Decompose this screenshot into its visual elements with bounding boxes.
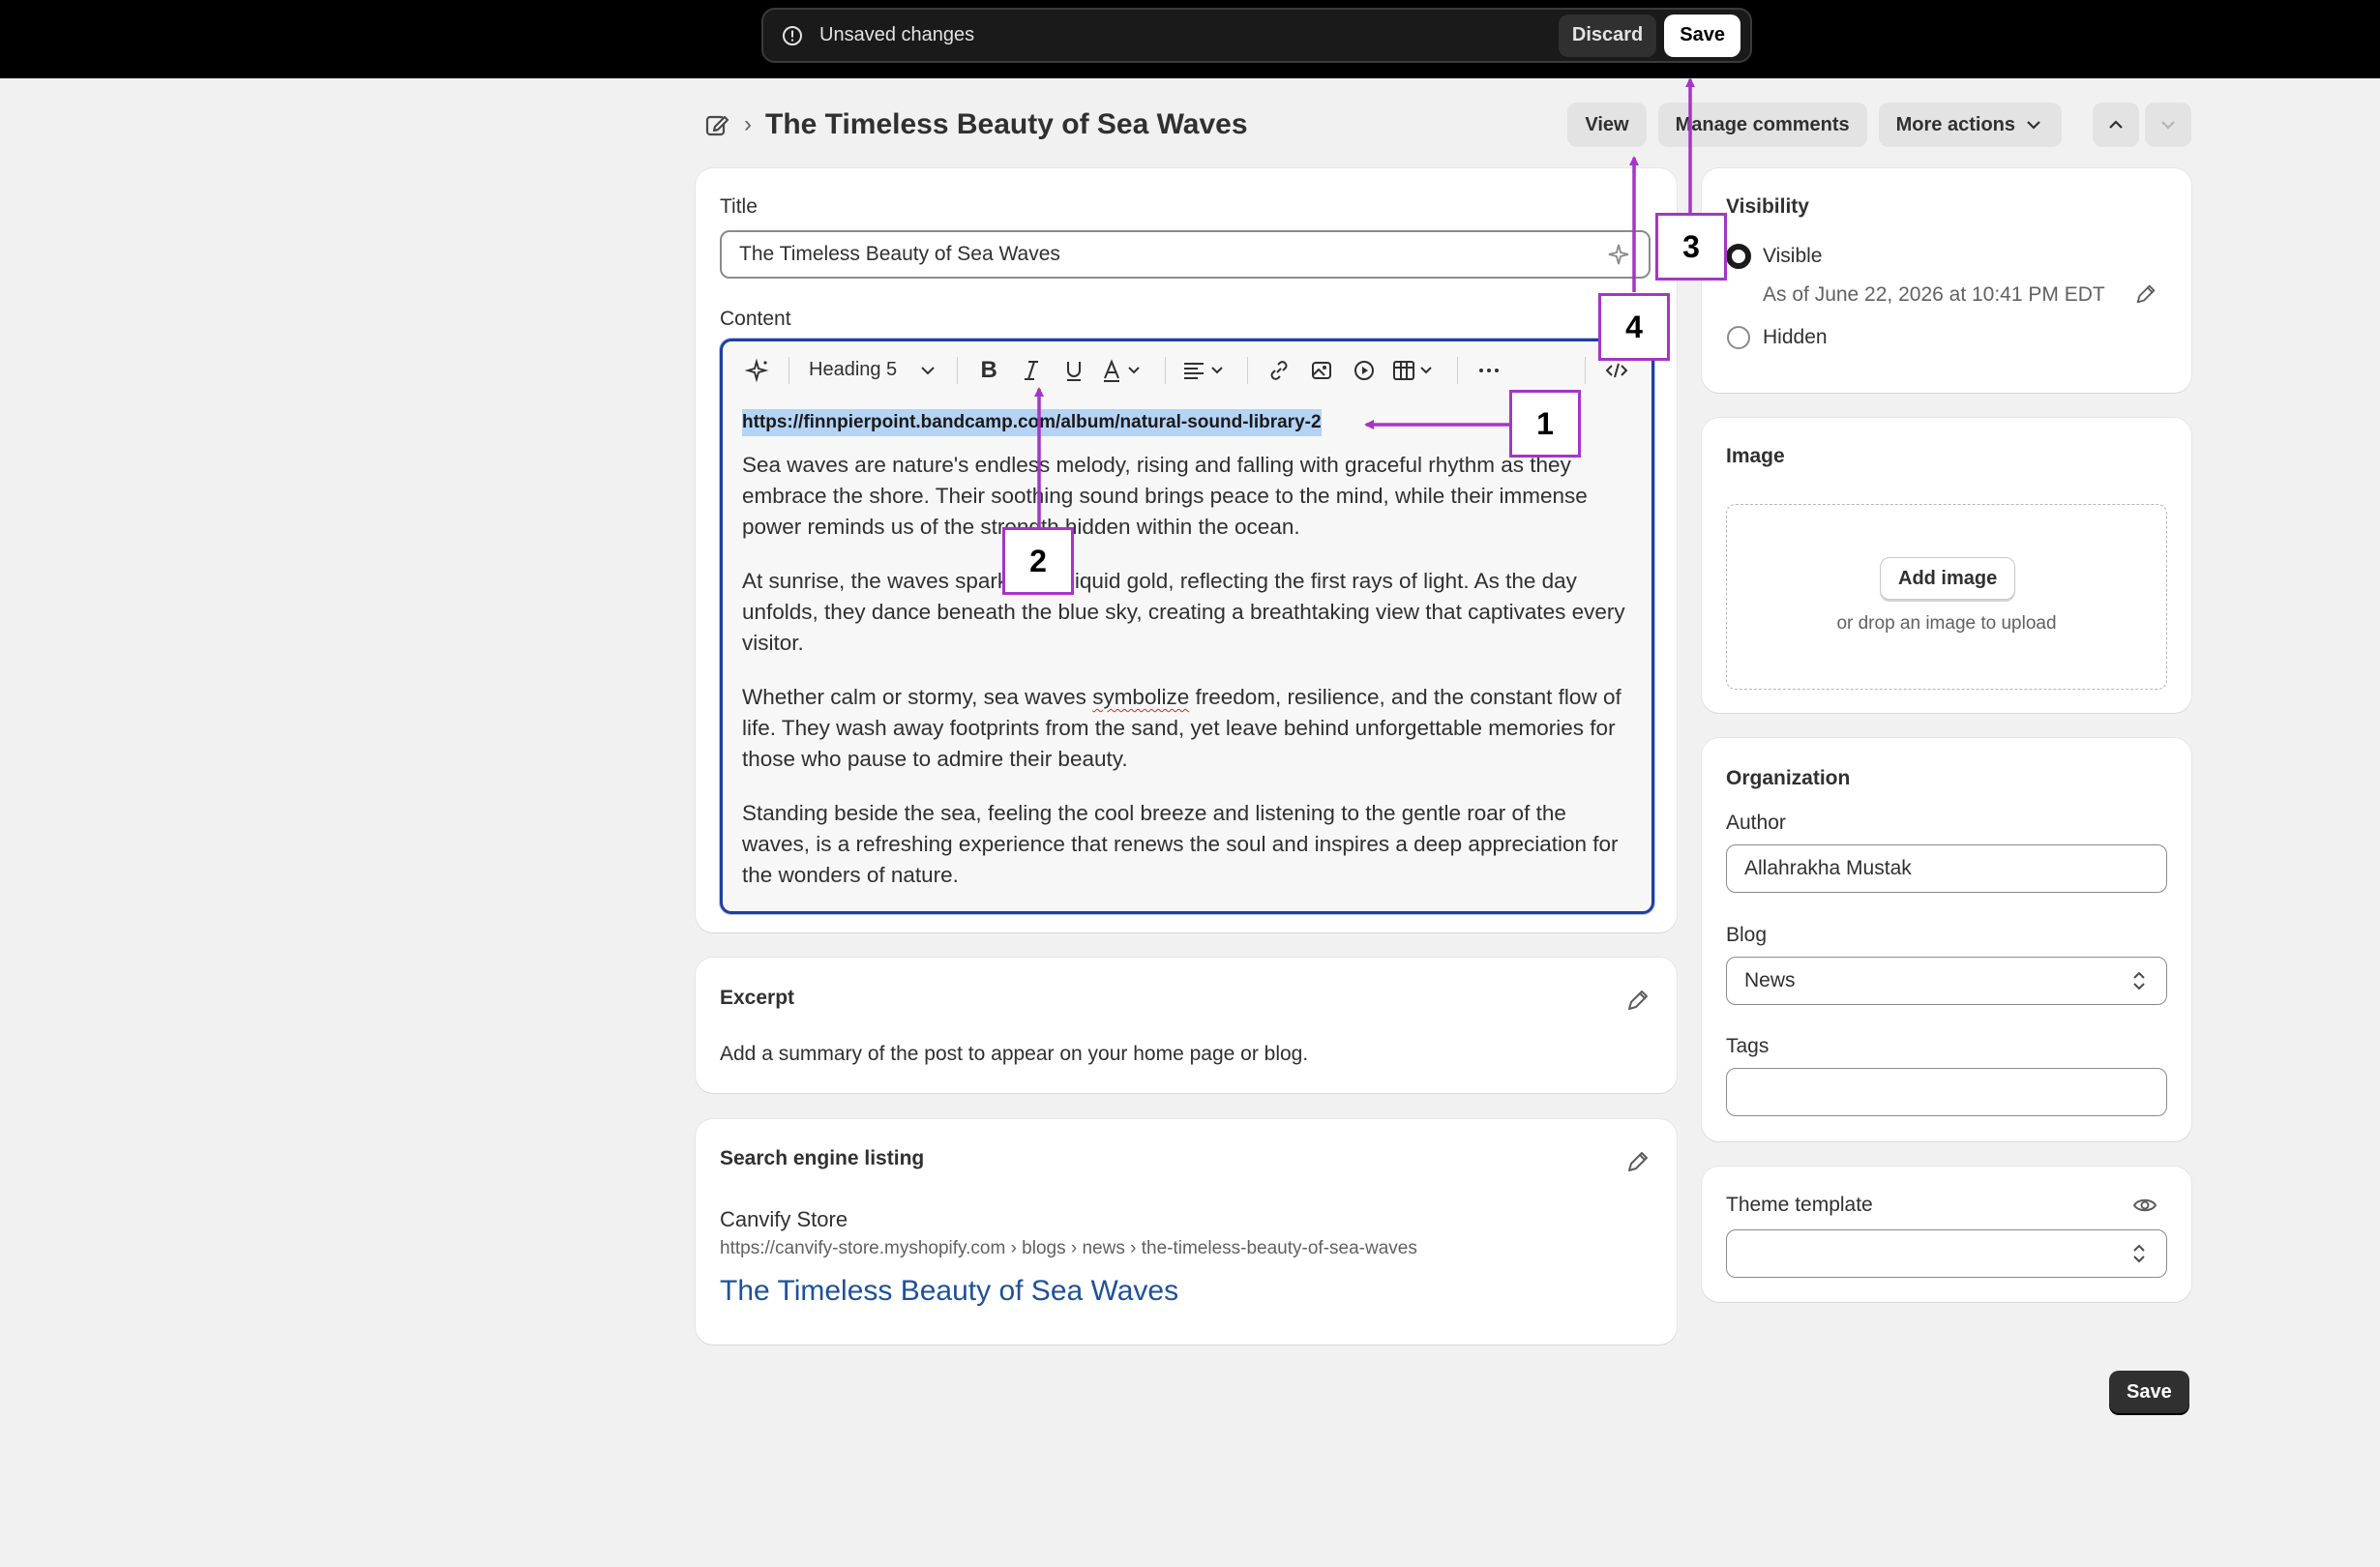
annotation-4: 4: [1598, 293, 1670, 361]
seo-url: https://canvify-store.myshopify.com › bl…: [720, 1238, 1417, 1258]
tags-input[interactable]: [1726, 1068, 2167, 1116]
blog-value: News: [1744, 969, 1796, 991]
visible-radio[interactable]: Visible: [1726, 244, 1822, 269]
table-icon[interactable]: [1392, 356, 1441, 385]
paragraph-3: Whether calm or stormy, sea waves symbol…: [742, 685, 1621, 771]
video-icon[interactable]: [1350, 356, 1379, 385]
ai-sparkle-icon[interactable]: [743, 356, 772, 385]
pencil-icon[interactable]: [1624, 1148, 1651, 1175]
title-label: Title: [720, 195, 758, 218]
author-input[interactable]: Allahrakha Mustak: [1726, 844, 2167, 893]
theme-template-card: Theme template: [1702, 1167, 2191, 1302]
heading-select[interactable]: Heading 5: [809, 359, 937, 381]
view-button[interactable]: View: [1567, 103, 1647, 147]
more-actions-label: More actions: [1895, 113, 2015, 135]
link-icon[interactable]: [1264, 356, 1294, 385]
more-options-icon[interactable]: [1474, 356, 1503, 385]
visibility-title: Visibility: [1726, 195, 1809, 218]
drop-image-hint: or drop an image to upload: [1836, 613, 2057, 634]
search-engine-listing-card: Search engine listing Canvify Store http…: [696, 1119, 1677, 1345]
visible-date: As of June 22, 2026 at 10:41 PM EDT: [1763, 283, 2105, 306]
align-icon[interactable]: [1182, 356, 1231, 385]
save-button[interactable]: Save: [1664, 14, 1740, 57]
blog-select[interactable]: News: [1726, 957, 2167, 1005]
title-input[interactable]: The Timeless Beauty of Sea Waves: [720, 230, 1651, 279]
italic-icon[interactable]: [1017, 356, 1046, 385]
organization-card: Organization Author Allahrakha Mustak Bl…: [1702, 738, 2191, 1141]
manage-comments-button[interactable]: Manage comments: [1657, 103, 1867, 147]
visible-label: Visible: [1763, 245, 1823, 267]
image-card: Image Add image or drop an image to uplo…: [1702, 418, 2191, 713]
chevron-down-icon: [2161, 121, 2175, 130]
image-title: Image: [1726, 445, 1785, 467]
spellcheck-word[interactable]: symbolize: [1092, 685, 1189, 709]
heading-select-value: Heading 5: [809, 359, 898, 380]
chevron-down-icon: [2027, 121, 2040, 130]
save-button-bottom[interactable]: Save: [2109, 1371, 2189, 1413]
select-arrows-icon: [2133, 1244, 2145, 1263]
text-color-icon[interactable]: [1102, 356, 1148, 385]
post-content-card: Title The Timeless Beauty of Sea Waves C…: [696, 168, 1677, 932]
excerpt-title: Excerpt: [720, 987, 795, 1009]
top-bar: Unsaved changes Discard Save: [0, 0, 2380, 78]
blog-label: Blog: [1726, 924, 1768, 946]
selected-link-text[interactable]: https://finnpierpoint.bandcamp.com/album…: [742, 409, 1322, 436]
add-image-button[interactable]: Add image: [1880, 557, 2016, 600]
excerpt-description: Add a summary of the post to appear on y…: [720, 1043, 1309, 1065]
organization-title: Organization: [1726, 767, 1851, 789]
annotation-3: 3: [1655, 213, 1727, 281]
radio-empty-icon: [1727, 326, 1750, 349]
paragraph-1: Sea waves are nature's endless melody, r…: [742, 453, 1588, 539]
chevron-up-icon: [2109, 120, 2123, 129]
tags-label: Tags: [1726, 1035, 1770, 1057]
discard-button[interactable]: Discard: [1558, 14, 1657, 57]
image-icon[interactable]: [1307, 356, 1336, 385]
title-input-value: The Timeless Beauty of Sea Waves: [739, 243, 1060, 265]
pencil-icon[interactable]: [1624, 987, 1651, 1014]
editor-body[interactable]: https://finnpierpoint.bandcamp.com/album…: [723, 399, 1651, 891]
seo-title: Search engine listing: [720, 1147, 925, 1169]
visibility-card: Visibility Visible As of June 22, 2026 a…: [1702, 168, 2191, 393]
unsaved-message: Unsaved changes: [819, 24, 975, 45]
pencil-icon[interactable]: [2133, 281, 2158, 307]
blog-post-icon[interactable]: [703, 111, 730, 138]
author-value: Allahrakha Mustak: [1744, 857, 1912, 879]
content-label: Content: [720, 308, 791, 330]
more-actions-button[interactable]: More actions: [1878, 103, 2062, 147]
radio-selected-icon: [1726, 244, 1751, 269]
alert-circle-icon: [783, 25, 802, 45]
annotation-2: 2: [1002, 527, 1074, 595]
hidden-radio[interactable]: Hidden: [1726, 325, 1828, 350]
unsaved-changes-bar: Unsaved changes Discard Save: [761, 8, 1752, 63]
page-header: › The Timeless Beauty of Sea Waves View …: [703, 102, 2191, 148]
paragraph-4: Standing beside the sea, feeling the coo…: [742, 801, 1619, 887]
seo-link-title: The Timeless Beauty of Sea Waves: [720, 1275, 1179, 1307]
bold-icon[interactable]: B: [974, 356, 1003, 385]
next-post-button[interactable]: [2145, 103, 2191, 147]
paragraph-2: At sunrise, the waves sparkle like liqui…: [742, 569, 1625, 655]
image-dropzone[interactable]: Add image or drop an image to upload: [1726, 504, 2167, 690]
eye-icon[interactable]: [2131, 1192, 2158, 1219]
theme-template-select[interactable]: [1726, 1229, 2167, 1278]
page-title: The Timeless Beauty of Sea Waves: [765, 108, 1248, 140]
theme-template-title: Theme template: [1726, 1194, 1873, 1216]
author-label: Author: [1726, 812, 1786, 834]
select-arrows-icon: [2133, 971, 2145, 990]
seo-store-name: Canvify Store: [720, 1207, 848, 1231]
breadcrumb-chevron-icon: ›: [744, 111, 752, 137]
hidden-label: Hidden: [1763, 326, 1828, 348]
sparkle-ai-icon[interactable]: [1606, 242, 1631, 267]
excerpt-card: Excerpt Add a summary of the post to app…: [696, 958, 1677, 1093]
annotation-1: 1: [1509, 390, 1581, 458]
chevron-down-icon: [921, 366, 935, 374]
previous-post-button[interactable]: [2093, 103, 2139, 147]
underline-icon[interactable]: [1059, 356, 1088, 385]
